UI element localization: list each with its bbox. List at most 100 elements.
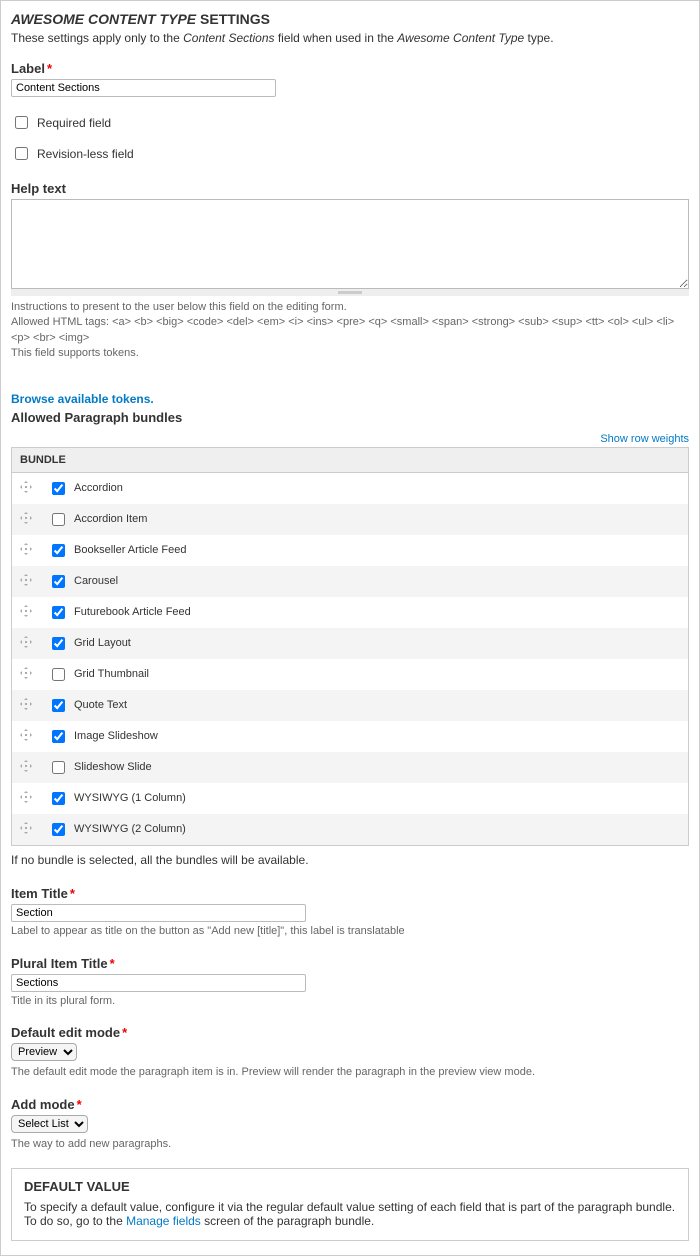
title-suffix: SETTINGS <box>196 11 270 27</box>
bundle-row: Accordion Item <box>12 504 689 535</box>
bundle-option[interactable]: Futurebook Article Feed <box>48 603 680 622</box>
drag-handle-icon <box>20 791 32 803</box>
bundle-option[interactable]: Quote Text <box>48 696 680 715</box>
bundle-checkbox[interactable] <box>52 668 65 681</box>
row-weights-row: Show row weights <box>11 431 689 445</box>
bundle-checkbox[interactable] <box>52 823 65 836</box>
bundle-cell: Image Slideshow <box>40 721 689 752</box>
label-input[interactable] <box>11 79 276 97</box>
drag-handle-icon <box>20 667 32 679</box>
drag-handle[interactable] <box>12 472 41 504</box>
add-mode-section: Add mode* Select List The way to add new… <box>11 1097 689 1152</box>
label-field-label: Label* <box>11 61 689 76</box>
drag-handle[interactable] <box>12 659 41 690</box>
bundle-label: Image Slideshow <box>74 730 158 742</box>
bundle-label: Slideshow Slide <box>74 761 152 773</box>
allowed-bundles-heading: Allowed Paragraph bundles <box>11 410 689 425</box>
bundle-checkbox[interactable] <box>52 637 65 650</box>
drag-handle[interactable] <box>12 535 41 566</box>
required-asterisk: * <box>47 61 52 76</box>
bundle-checkbox[interactable] <box>52 606 65 619</box>
drag-handle[interactable] <box>12 752 41 783</box>
plural-item-title-input[interactable] <box>11 974 306 992</box>
bundle-option[interactable]: Image Slideshow <box>48 727 680 746</box>
drag-handle-icon <box>20 543 32 555</box>
add-mode-desc: The way to add new paragraphs. <box>11 1137 689 1152</box>
drag-handle[interactable] <box>12 721 41 752</box>
required-asterisk: * <box>70 886 75 901</box>
default-edit-mode-desc: The default edit mode the paragraph item… <box>11 1065 689 1080</box>
bundle-cell: Accordion <box>40 472 689 504</box>
help-text-label: Help text <box>11 181 689 196</box>
bundle-label: Accordion Item <box>74 513 147 525</box>
help-text-section: Help text Instructions to present to the… <box>11 181 689 362</box>
required-field-checkbox[interactable] <box>15 116 28 129</box>
item-title-desc: Label to appear as title on the button a… <box>11 924 689 939</box>
required-field-row: Required field <box>11 113 689 132</box>
bundle-cell: Grid Layout <box>40 628 689 659</box>
drag-handle-icon <box>20 729 32 741</box>
drag-handle[interactable] <box>12 690 41 721</box>
drag-handle[interactable] <box>12 504 41 535</box>
bundle-option[interactable]: Grid Layout <box>48 634 680 653</box>
bundle-checkbox[interactable] <box>52 699 65 712</box>
bundle-option[interactable]: WYSIWYG (2 Column) <box>48 820 680 839</box>
bundle-cell: Bookseller Article Feed <box>40 535 689 566</box>
bundle-row: Slideshow Slide <box>12 752 689 783</box>
settings-panel: AWESOME CONTENT TYPE SETTINGS These sett… <box>0 0 700 1256</box>
browse-tokens-link[interactable]: Browse available tokens. <box>11 392 154 406</box>
bundle-option[interactable]: Accordion Item <box>48 510 680 529</box>
add-mode-label: Add mode* <box>11 1097 689 1112</box>
drag-handle-icon <box>20 481 32 493</box>
drag-handle[interactable] <box>12 628 41 659</box>
bundle-row: Grid Layout <box>12 628 689 659</box>
default-value-text: To specify a default value, configure it… <box>24 1200 676 1228</box>
drag-handle-icon <box>20 698 32 710</box>
bundle-option[interactable]: Bookseller Article Feed <box>48 541 680 560</box>
bundle-checkbox[interactable] <box>52 792 65 805</box>
bundle-checkbox[interactable] <box>52 544 65 557</box>
add-mode-select[interactable]: Select List <box>11 1115 88 1133</box>
item-title-input[interactable] <box>11 904 306 922</box>
drag-handle-icon <box>20 605 32 617</box>
bundle-checkbox[interactable] <box>52 761 65 774</box>
help-text-input[interactable] <box>11 199 689 289</box>
drag-handle-icon <box>20 574 32 586</box>
default-edit-mode-section: Default edit mode* Preview The default e… <box>11 1025 689 1080</box>
required-asterisk: * <box>110 956 115 971</box>
bundle-option[interactable]: Grid Thumbnail <box>48 665 680 684</box>
bundle-checkbox[interactable] <box>52 513 65 526</box>
bundle-checkbox[interactable] <box>52 482 65 495</box>
bundle-cell: Grid Thumbnail <box>40 659 689 690</box>
plural-item-title-label: Plural Item Title* <box>11 956 689 971</box>
show-row-weights-link[interactable]: Show row weights <box>600 433 689 445</box>
bundle-row: Quote Text <box>12 690 689 721</box>
bundle-cell: Slideshow Slide <box>40 752 689 783</box>
bundle-option[interactable]: Accordion <box>48 479 680 498</box>
manage-fields-link[interactable]: Manage fields <box>126 1214 201 1228</box>
default-value-box: DEFAULT VALUE To specify a default value… <box>11 1168 689 1241</box>
item-title-section: Item Title* Label to appear as title on … <box>11 886 689 939</box>
drag-handle[interactable] <box>12 597 41 628</box>
revisionless-label: Revision-less field <box>37 147 134 161</box>
drag-handle-icon <box>20 636 32 648</box>
drag-handle[interactable] <box>12 783 41 814</box>
bundle-checkbox[interactable] <box>52 575 65 588</box>
bundle-option[interactable]: Carousel <box>48 572 680 591</box>
default-edit-mode-select[interactable]: Preview <box>11 1043 77 1061</box>
label-section: Label* <box>11 61 689 97</box>
bundle-label: Bookseller Article Feed <box>74 544 187 556</box>
drag-handle[interactable] <box>12 566 41 597</box>
default-edit-mode-label: Default edit mode* <box>11 1025 689 1040</box>
bundle-label: Carousel <box>74 575 118 587</box>
revisionless-checkbox[interactable] <box>15 147 28 160</box>
bundle-option[interactable]: Slideshow Slide <box>48 758 680 777</box>
bundle-option[interactable]: WYSIWYG (1 Column) <box>48 789 680 808</box>
bundles-footnote: If no bundle is selected, all the bundle… <box>11 852 689 869</box>
bundle-label: Grid Layout <box>74 637 131 649</box>
bundle-checkbox[interactable] <box>52 730 65 743</box>
default-value-title: DEFAULT VALUE <box>24 1179 676 1194</box>
bundle-row: Carousel <box>12 566 689 597</box>
textarea-grabber[interactable] <box>11 289 689 296</box>
drag-handle[interactable] <box>12 814 41 846</box>
